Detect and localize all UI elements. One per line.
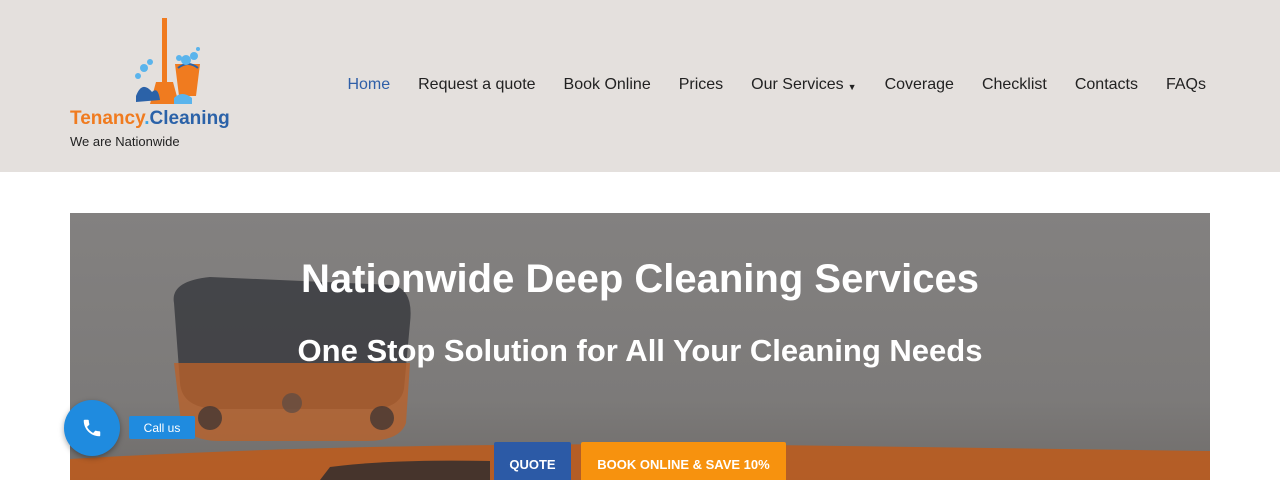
call-us-button[interactable] <box>64 400 120 456</box>
site-logo[interactable]: Tenancy.Cleaning We are Nationwide <box>70 16 240 156</box>
call-us-label[interactable]: Call us <box>129 416 195 439</box>
nav-item-label: Our Services <box>751 76 844 93</box>
nav-item-coverage[interactable]: Coverage <box>885 76 954 94</box>
nav-item-faqs[interactable]: FAQs <box>1166 76 1206 94</box>
site-header: Tenancy.Cleaning We are Nationwide Home … <box>0 0 1280 172</box>
hero-title: Nationwide Deep Cleaning Services <box>301 257 979 301</box>
phone-icon <box>83 419 101 437</box>
brand-name-part2: Cleaning <box>149 108 230 129</box>
nav-item-prices[interactable]: Prices <box>679 76 723 94</box>
book-online-button[interactable]: BOOK ONLINE & SAVE 10% <box>581 442 786 480</box>
main-nav: Home Request a quote Book Online Prices … <box>347 76 1206 94</box>
nav-item-label: FAQs <box>1165 76 1206 93</box>
hero-subtitle: One Stop Solution for All Your Cleaning … <box>297 333 983 368</box>
nav-item-label: Coverage <box>884 76 954 93</box>
nav-item-label: Book Online <box>563 76 651 93</box>
nav-item-home[interactable]: Home <box>347 76 390 94</box>
brand-name-part1: Tenancy <box>70 108 145 129</box>
nav-item-request-quote[interactable]: Request a quote <box>418 76 535 94</box>
quote-button[interactable]: QUOTE <box>494 442 571 480</box>
brand-tagline: We are Nationwide <box>70 134 180 149</box>
nav-item-contacts[interactable]: Contacts <box>1075 76 1138 94</box>
caret-down-icon: ▼ <box>847 81 857 92</box>
nav-item-label: Contacts <box>1074 76 1138 93</box>
nav-item-our-services[interactable]: Our Services ▼ <box>751 76 856 94</box>
nav-item-label: Checklist <box>981 76 1047 93</box>
hero-banner: Nationwide Deep Cleaning Services One St… <box>70 213 1210 480</box>
nav-item-label: Home <box>347 76 391 93</box>
nav-item-checklist[interactable]: Checklist <box>982 76 1047 94</box>
nav-item-label: Request a quote <box>418 76 536 93</box>
nav-item-label: Prices <box>678 76 724 93</box>
mop-bucket-icon <box>135 18 200 104</box>
brand-name: Tenancy.Cleaning <box>70 108 230 130</box>
nav-item-book-online[interactable]: Book Online <box>564 76 651 94</box>
